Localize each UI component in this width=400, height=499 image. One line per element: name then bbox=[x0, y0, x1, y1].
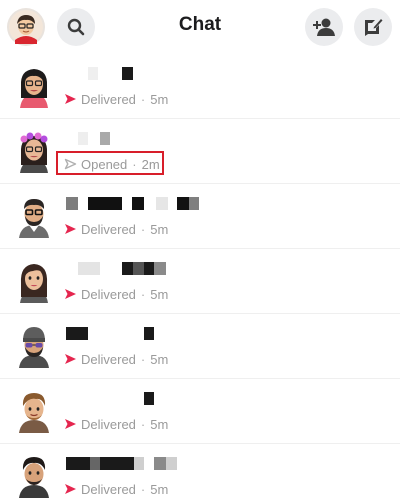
search-button[interactable] bbox=[57, 8, 95, 46]
redacted-name bbox=[66, 327, 266, 341]
delivered-arrow-icon bbox=[65, 354, 76, 364]
status-separator: · bbox=[140, 221, 146, 237]
status-time: 5m bbox=[150, 221, 169, 237]
redacted-name bbox=[66, 262, 266, 276]
chat-status: Delivered · 5m bbox=[64, 416, 168, 432]
redacted-name bbox=[66, 197, 266, 211]
woman-flower-crown-avatar-icon bbox=[20, 132, 48, 173]
woman-long-hair-avatar-icon bbox=[20, 264, 48, 303]
new-chat-button[interactable] bbox=[354, 8, 392, 46]
woman-glasses-avatar-icon bbox=[20, 69, 48, 108]
man-brown-hair-avatar-icon bbox=[19, 393, 49, 433]
man-glasses-beard-avatar-icon bbox=[19, 199, 49, 238]
delivered-arrow-icon bbox=[65, 419, 76, 429]
status-separator: · bbox=[140, 286, 146, 302]
chat-row[interactable]: Delivered · 5m bbox=[0, 184, 400, 249]
chat-row[interactable]: Delivered · 5m bbox=[0, 444, 400, 499]
profile-avatar-button[interactable] bbox=[7, 8, 45, 46]
delivered-arrow-icon bbox=[65, 484, 76, 494]
delivered-arrow-icon bbox=[65, 94, 76, 104]
chat-status: Delivered · 5m bbox=[64, 91, 168, 107]
status-time: 5m bbox=[150, 351, 169, 367]
status-text: Delivered bbox=[81, 481, 136, 497]
delivered-arrow-icon bbox=[65, 289, 76, 299]
add-friend-button[interactable] bbox=[305, 8, 343, 46]
man-beanie-sunglasses-avatar-icon bbox=[19, 327, 49, 368]
status-time: 5m bbox=[150, 91, 169, 107]
chat-status: Delivered · 5m bbox=[64, 221, 168, 237]
man-dark-hair-avatar-icon bbox=[19, 457, 49, 498]
status-time: 5m bbox=[150, 481, 169, 497]
new-chat-icon bbox=[365, 19, 383, 36]
status-text: Delivered bbox=[81, 416, 136, 432]
status-separator: · bbox=[140, 91, 146, 107]
chat-row[interactable]: Delivered · 5m bbox=[0, 314, 400, 379]
chat-list: Delivered · 5m Opened · 2m Delivered · 5… bbox=[0, 54, 400, 499]
page-title: Chat bbox=[178, 14, 222, 35]
redacted-name bbox=[66, 132, 266, 146]
chat-row[interactable]: Delivered · 5m bbox=[0, 379, 400, 444]
search-icon bbox=[67, 18, 85, 36]
chat-row[interactable]: Delivered · 5m bbox=[0, 54, 400, 119]
chat-row[interactable]: Delivered · 5m bbox=[0, 249, 400, 314]
profile-avatar-icon bbox=[9, 10, 43, 44]
status-separator: · bbox=[140, 416, 146, 432]
add-friend-icon bbox=[313, 18, 335, 36]
chat-status: Delivered · 5m bbox=[64, 481, 168, 497]
chat-header: Chat bbox=[0, 0, 400, 54]
highlight-box bbox=[56, 151, 164, 175]
redacted-name bbox=[66, 457, 266, 471]
chat-status: Delivered · 5m bbox=[64, 351, 168, 367]
status-separator: · bbox=[140, 351, 146, 367]
status-text: Delivered bbox=[81, 91, 136, 107]
status-text: Delivered bbox=[81, 351, 136, 367]
delivered-arrow-icon bbox=[65, 224, 76, 234]
chat-status: Delivered · 5m bbox=[64, 286, 168, 302]
redacted-name bbox=[66, 67, 266, 81]
status-separator: · bbox=[140, 481, 146, 497]
status-text: Delivered bbox=[81, 221, 136, 237]
redacted-name bbox=[66, 392, 266, 406]
status-time: 5m bbox=[150, 286, 169, 302]
status-time: 5m bbox=[150, 416, 169, 432]
chat-row[interactable]: Opened · 2m bbox=[0, 119, 400, 184]
status-text: Delivered bbox=[81, 286, 136, 302]
